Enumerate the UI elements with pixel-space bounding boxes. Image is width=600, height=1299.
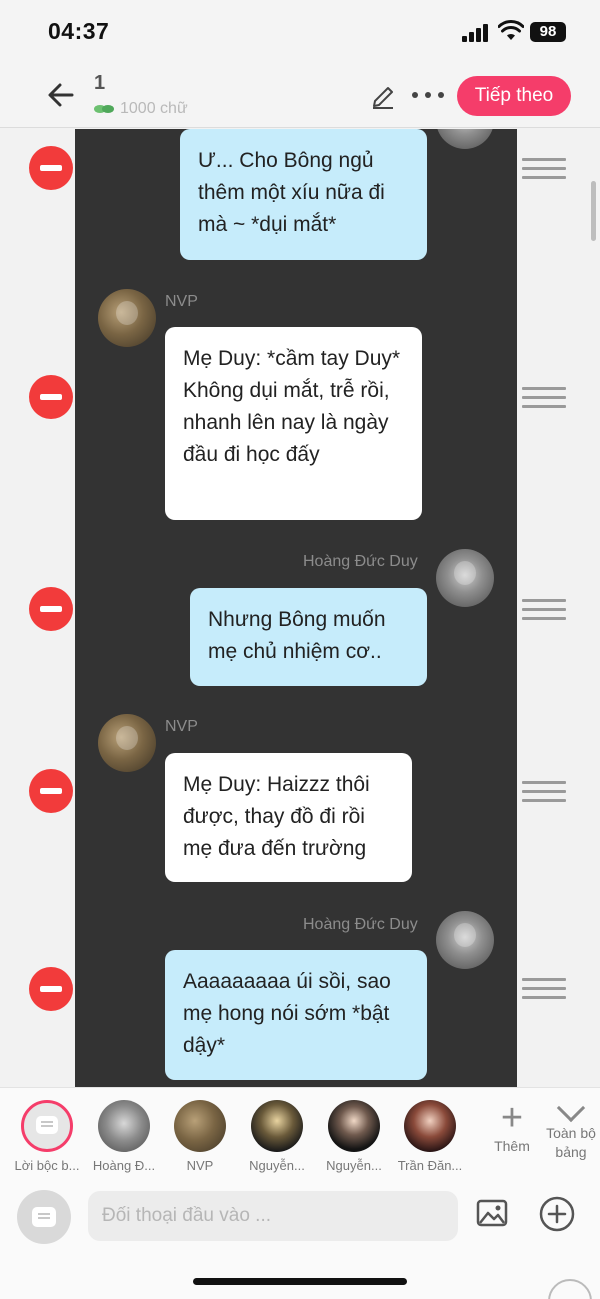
battery-indicator: 98 — [530, 22, 566, 42]
avatar — [436, 549, 494, 607]
leaf-icon — [94, 105, 114, 113]
all-board-button[interactable]: Toàn bộ bảng — [540, 1093, 600, 1162]
speaker-name: Hoàng Đức Duy — [303, 916, 418, 933]
character-name: Trần Đăn... — [397, 1158, 463, 1173]
word-count-label: 1000 chữ — [120, 100, 188, 117]
word-count: 1000 chữ — [94, 100, 188, 118]
dialogue-input[interactable] — [88, 1191, 458, 1241]
narration-icon — [21, 1100, 73, 1152]
drag-handle[interactable] — [522, 781, 566, 803]
scrollbar[interactable] — [591, 181, 596, 241]
character-name: Nguyễn... — [249, 1158, 305, 1173]
delete-line-button[interactable] — [29, 146, 73, 190]
delete-line-button[interactable] — [29, 769, 73, 813]
add-circle-icon[interactable] — [538, 1195, 576, 1233]
message-bubble[interactable]: Ư... Cho Bông ngủ thêm một xíu nữa đi mà… — [180, 129, 427, 260]
avatar — [436, 911, 494, 969]
dialogue-list[interactable]: Ư... Cho Bông ngủ thêm một xíu nữa đi mà… — [0, 129, 600, 1087]
narration-mode-button[interactable] — [17, 1190, 71, 1244]
avatar — [98, 289, 156, 347]
avatar — [328, 1100, 380, 1152]
status-time: 04:37 — [48, 18, 110, 44]
back-arrow-icon[interactable] — [44, 78, 78, 112]
drag-handle[interactable] — [522, 387, 566, 409]
character-selector: Lời bộc b... Hoàng Đ... NVP Nguyễn... Ng… — [0, 1087, 600, 1183]
avatar — [98, 1100, 150, 1152]
next-button[interactable]: Tiếp theo — [457, 76, 571, 116]
avatar — [174, 1100, 226, 1152]
character-name: Lời bộc b... — [14, 1158, 80, 1173]
delete-line-button[interactable] — [29, 967, 73, 1011]
character-duy[interactable]: Hoàng Đ... — [87, 1100, 161, 1173]
avatar — [251, 1100, 303, 1152]
all-board-label: Toàn bộ bảng — [546, 1125, 596, 1160]
narration-icon — [32, 1207, 56, 1227]
character-narration[interactable]: Lời bộc b... — [10, 1100, 84, 1173]
drag-handle[interactable] — [522, 158, 566, 180]
message-bubble[interactable]: Aaaaaaaaa úi sồi, sao mẹ hong nói sớm *b… — [165, 950, 427, 1080]
character-nguyen-2[interactable]: Nguyễn... — [317, 1100, 391, 1173]
story-title: 1 — [94, 72, 106, 94]
status-bar: 04:37 98 — [0, 0, 600, 62]
image-icon[interactable] — [476, 1199, 508, 1227]
input-bar — [0, 1183, 600, 1299]
drag-handle[interactable] — [522, 599, 566, 621]
edit-pencil-icon[interactable] — [370, 84, 396, 110]
character-nguyen-1[interactable]: Nguyễn... — [240, 1100, 314, 1173]
add-character-button[interactable]: + Thêm — [488, 1098, 536, 1154]
message-bubble[interactable]: Nhưng Bông muốn mẹ chủ nhiệm cơ.. — [190, 588, 427, 686]
character-nvp[interactable]: NVP — [163, 1100, 237, 1173]
delete-line-button[interactable] — [29, 587, 73, 631]
wifi-icon — [498, 20, 524, 40]
chevron-down-icon — [556, 1093, 586, 1123]
editor-header: 1 1000 chữ Tiếp theo — [0, 62, 600, 128]
character-tran[interactable]: Trần Đăn... — [393, 1100, 467, 1173]
speaker-name: Hoàng Đức Duy — [303, 553, 418, 570]
scroll-up-button[interactable] — [548, 1279, 592, 1299]
message-bubble[interactable]: Mẹ Duy: *cầm tay Duy* Không dụi mắt, trễ… — [165, 327, 422, 520]
character-name: NVP — [186, 1158, 214, 1173]
avatar — [98, 714, 156, 772]
delete-line-button[interactable] — [29, 375, 73, 419]
signal-icon — [462, 24, 490, 42]
avatar — [404, 1100, 456, 1152]
more-options-icon[interactable] — [412, 82, 444, 108]
plus-icon: + — [500, 1097, 524, 1139]
drag-handle[interactable] — [522, 978, 566, 1000]
message-bubble[interactable]: Mẹ Duy: Haizzz thôi được, thay đồ đi rồi… — [165, 753, 412, 882]
character-name: Nguyễn... — [326, 1158, 382, 1173]
speaker-name: NVP — [165, 293, 198, 310]
character-name: Hoàng Đ... — [92, 1158, 156, 1173]
add-character-label: Thêm — [494, 1138, 530, 1154]
speaker-name: NVP — [165, 718, 198, 735]
home-indicator — [193, 1278, 407, 1285]
